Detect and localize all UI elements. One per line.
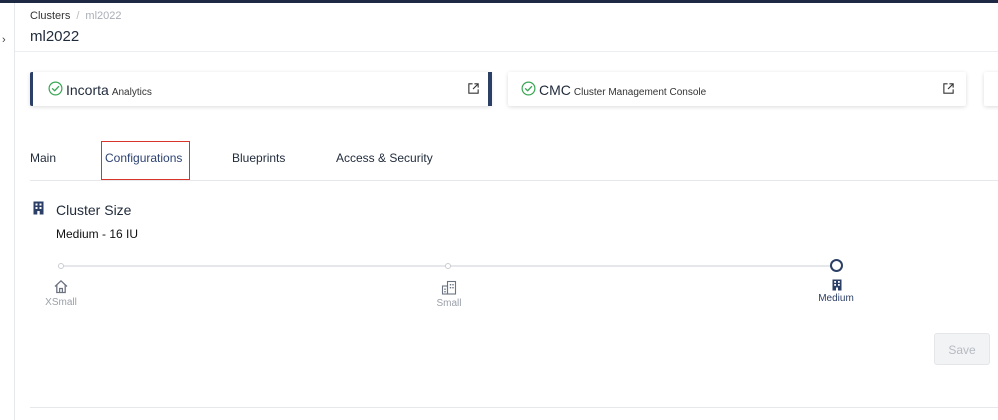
side-rail: › [0,3,15,420]
tab-main[interactable]: Main [30,151,56,165]
card-name: CMC [539,82,571,98]
header-divider [15,51,998,52]
option-label-small[interactable]: Small [409,298,489,309]
card-title: Incorta Analytics [66,82,152,98]
slider-stop-xsmall[interactable] [58,263,64,269]
section-title: Cluster Size [56,202,132,218]
bottom-divider [30,407,998,408]
active-tab-highlight [101,141,190,180]
building-icon [33,201,44,215]
card-name: Incorta [66,82,109,98]
top-bar [0,0,998,3]
building-icon [832,279,842,291]
incorta-analytics-card: Incorta Analytics [30,72,491,106]
breadcrumb-clusters-link[interactable]: Clusters [30,10,70,22]
cluster-size-value: Medium - 16 IU [56,227,139,241]
slider-handle-medium[interactable] [830,259,843,272]
tab-blueprints[interactable]: Blueprints [232,151,285,165]
check-circle-icon [48,81,63,96]
option-label-medium[interactable]: Medium [796,293,876,304]
page-title: ml2022 [30,28,80,45]
card-accent-bar [488,72,492,106]
option-label-xsmall[interactable]: XSmall [21,297,101,308]
check-circle-icon [521,81,536,96]
external-link-icon[interactable] [467,82,480,95]
breadcrumb: Clusters / ml2022 [30,10,121,22]
tab-divider [30,180,998,181]
house-icon [54,280,68,294]
expand-sidebar-icon[interactable]: › [2,34,6,46]
save-button[interactable]: Save [934,333,990,365]
card-subtitle: Cluster Management Console [573,87,707,98]
card-subtitle: Analytics [111,87,152,98]
cmc-card: CMC Cluster Management Console [508,72,966,106]
slider-stop-small[interactable] [445,263,451,269]
card-title: CMC Cluster Management Console [539,82,706,98]
breadcrumb-current: ml2022 [85,10,122,22]
next-card-peek[interactable] [984,72,998,106]
breadcrumb-separator: / [76,10,80,22]
tab-access-security[interactable]: Access & Security [336,151,433,165]
buildings-icon [441,280,457,295]
external-link-icon[interactable] [942,82,955,95]
